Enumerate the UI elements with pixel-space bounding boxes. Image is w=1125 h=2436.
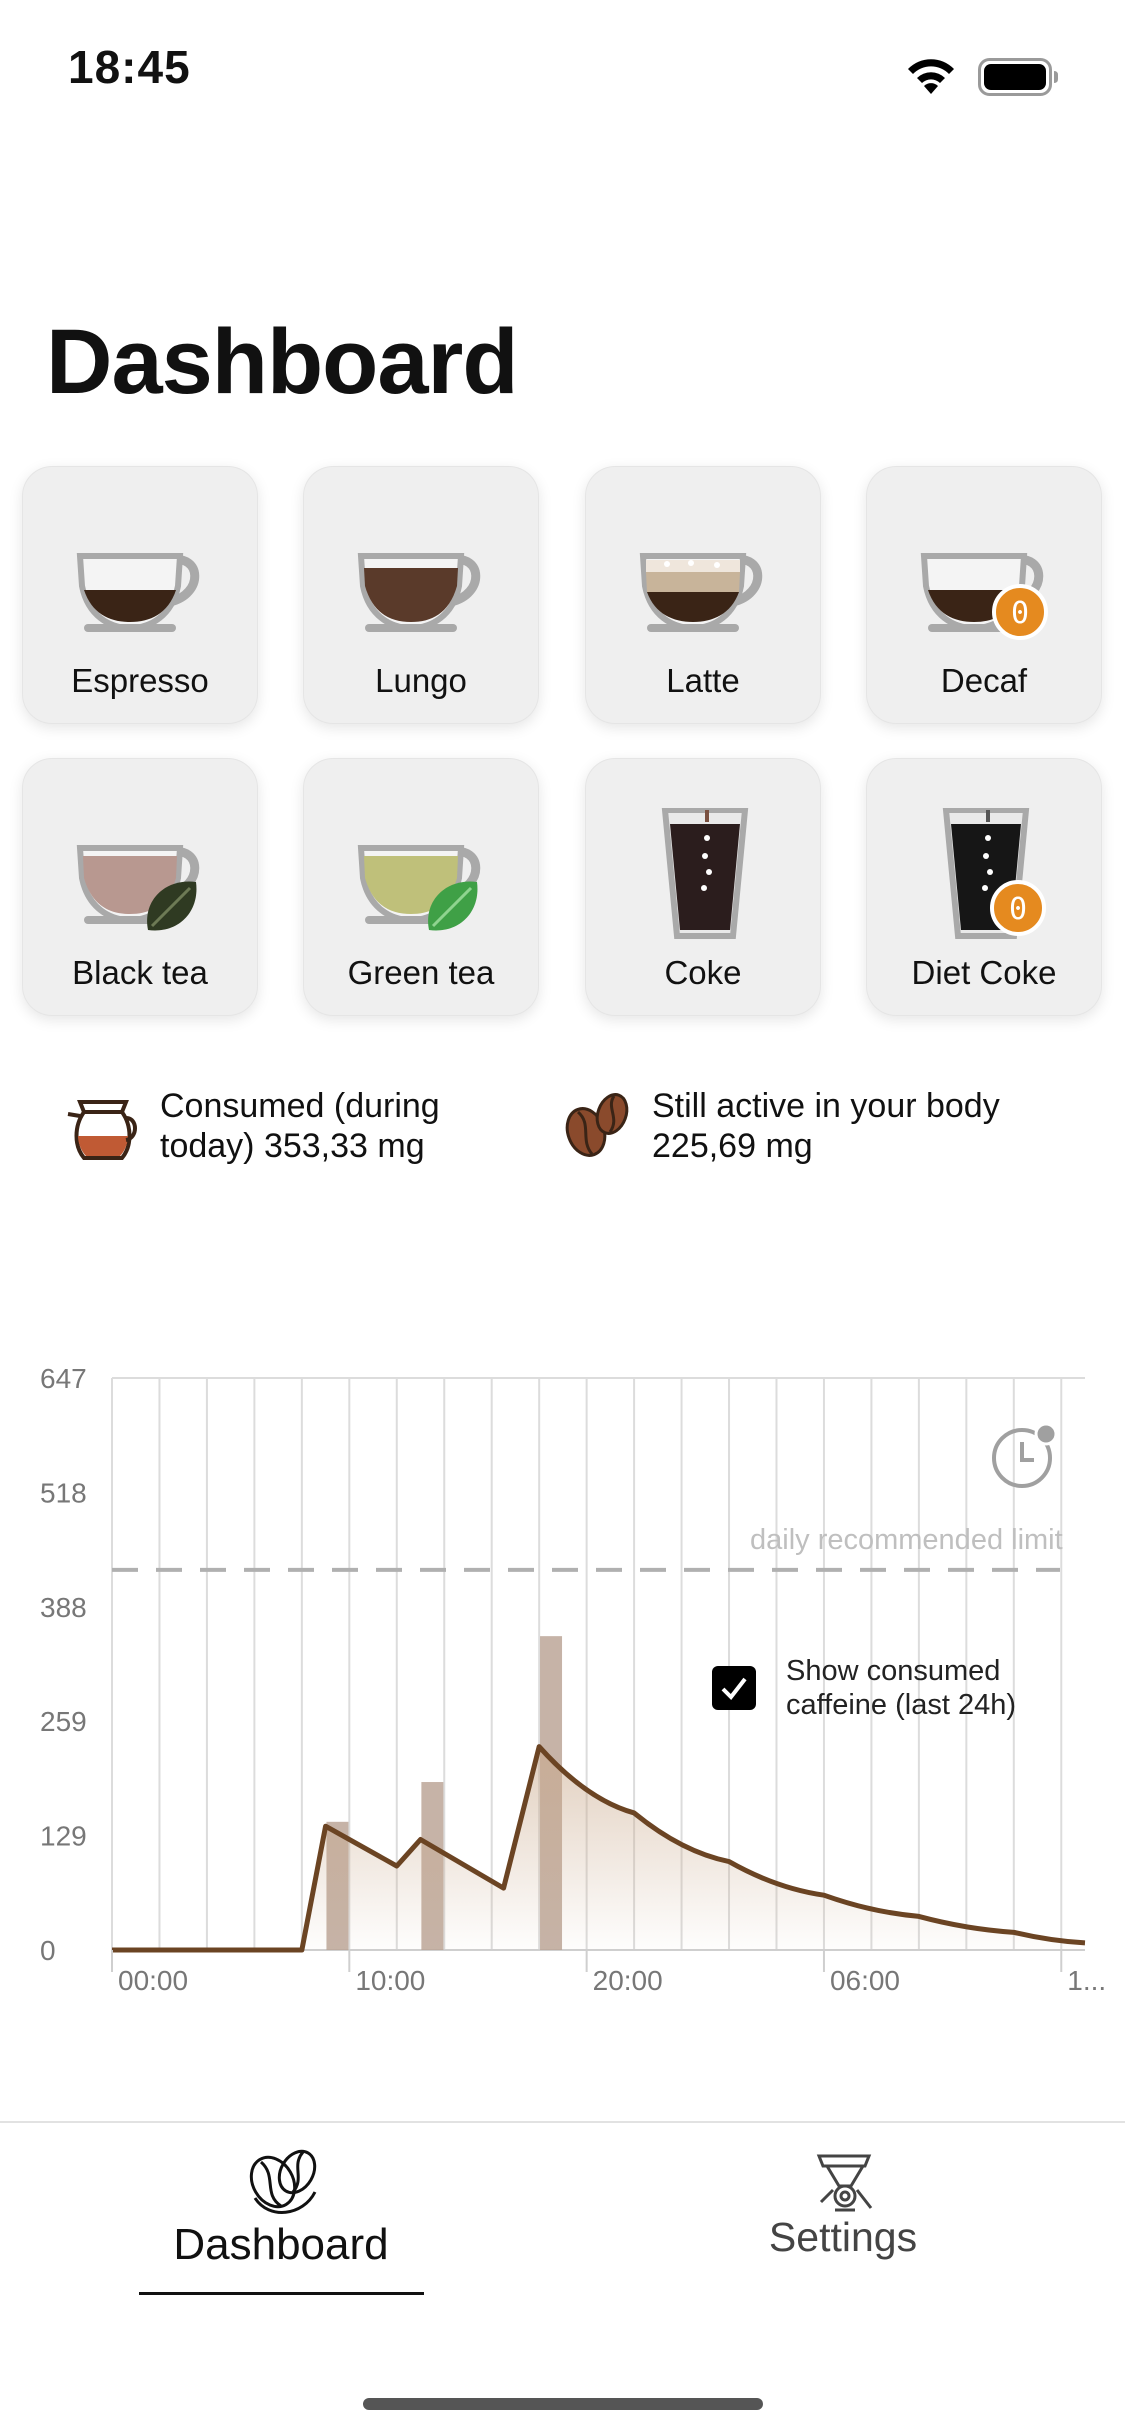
drink-tile-green-tea[interactable]: Green tea — [303, 758, 539, 1016]
drink-tile-diet-coke[interactable]: 0 Diet Coke — [866, 758, 1102, 1016]
tab-dashboard[interactable]: Dashboard — [131, 2142, 431, 2302]
espresso-cup-icon — [76, 553, 200, 632]
clock-history-icon[interactable] — [988, 1422, 1058, 1492]
drink-label: Black tea — [72, 954, 208, 991]
tab-label: Settings — [768, 2214, 918, 2260]
drink-label: Lungo — [375, 662, 467, 699]
drink-tile-coke[interactable]: Coke — [585, 758, 821, 1016]
consumed-today-text: Consumed (during today) 353,33 mg — [160, 1086, 440, 1166]
tab-settings[interactable]: Settings — [693, 2142, 993, 2302]
coffee-beans-icon — [249, 2149, 317, 2214]
drink-tile-latte[interactable]: Latte — [585, 466, 821, 724]
x-tick-label: 1... — [1067, 1965, 1106, 1996]
consumed-line: Consumed (during — [160, 1087, 440, 1125]
x-tick-label: 20:00 — [593, 1965, 663, 1996]
active-tab-indicator — [139, 2292, 424, 2295]
x-tick-label: 00:00 — [118, 1965, 188, 1996]
coffee-pot-icon — [67, 1100, 137, 1160]
lungo-cup-icon — [357, 553, 481, 632]
tab-label: Dashboard — [173, 2220, 389, 2269]
drink-label: Coke — [664, 954, 742, 991]
decaf-badge: 0 — [1011, 596, 1029, 631]
limit-label: daily recommended limit — [750, 1524, 1063, 1556]
y-tick-label: 518 — [40, 1477, 87, 1508]
black-tea-cup-icon — [76, 845, 200, 931]
show-consumed-toggle[interactable]: Show consumed caffeine (last 24h) — [712, 1654, 1042, 1724]
toggle-label: Show consumed caffeine (last 24h) — [786, 1654, 1016, 1722]
coffee-beans-icon — [565, 1093, 629, 1157]
active-line: Still active in your body — [652, 1087, 1000, 1125]
y-tick-label: 129 — [40, 1821, 87, 1852]
x-tick-label: 10:00 — [355, 1965, 425, 1996]
active-in-body-text: Still active in your body 225,69 mg — [652, 1086, 1000, 1166]
drink-label: Espresso — [71, 662, 209, 699]
drink-label: Diet Coke — [911, 954, 1057, 991]
checkmark-icon — [721, 1677, 747, 1701]
diet-coke-badge: 0 — [1009, 892, 1027, 927]
latte-cup-icon — [639, 553, 763, 632]
drink-label: Green tea — [347, 954, 495, 991]
decaf-cup-icon: 0 — [920, 553, 1048, 640]
drink-tile-decaf[interactable]: 0 Decaf — [866, 466, 1102, 724]
drink-label: Latte — [666, 662, 740, 699]
home-indicator — [363, 2398, 763, 2410]
drink-label: Decaf — [940, 662, 1028, 699]
wifi-icon — [908, 59, 954, 94]
drink-tile-black-tea[interactable]: Black tea — [22, 758, 258, 1016]
consumed-value: today) 353,33 mg — [160, 1127, 425, 1165]
battery-icon — [978, 58, 1058, 96]
toggle-label-line: Show consumed — [786, 1655, 1001, 1687]
coffee-grinder-icon — [816, 2154, 873, 2212]
green-tea-cup-icon — [357, 845, 481, 931]
active-value: 225,69 mg — [652, 1127, 813, 1165]
checkbox[interactable] — [712, 1666, 756, 1710]
drink-tile-lungo[interactable]: Lungo — [303, 466, 539, 724]
coke-glass-icon — [661, 808, 749, 939]
x-tick-label: 06:00 — [830, 1965, 900, 1996]
diet-coke-glass-icon: 0 — [942, 808, 1046, 939]
toggle-label-line: caffeine (last 24h) — [786, 1689, 1016, 1721]
status-bar: 18:45 — [0, 0, 1125, 140]
status-time: 18:45 — [68, 41, 191, 93]
y-tick-label: 647 — [40, 1363, 87, 1394]
drink-tile-espresso[interactable]: Espresso — [22, 466, 258, 724]
page-title: Dashboard — [46, 311, 519, 413]
y-tick-label: 259 — [40, 1706, 87, 1737]
y-tick-label: 388 — [40, 1592, 87, 1623]
y-tick-label: 0 — [40, 1935, 56, 1966]
